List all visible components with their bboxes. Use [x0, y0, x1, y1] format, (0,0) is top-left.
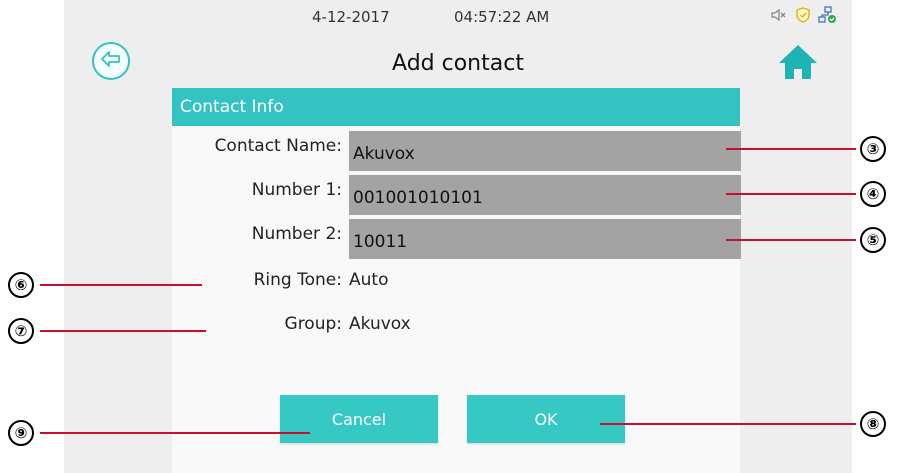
- status-date: 4-12-2017: [312, 8, 390, 26]
- shield-icon: [794, 6, 812, 24]
- callout-number-group: ⑦: [8, 318, 34, 344]
- callout-line-number2: [726, 239, 856, 241]
- ok-button[interactable]: OK: [467, 395, 625, 443]
- contact-name-field[interactable]: Akuvox: [349, 131, 741, 171]
- callout-line-group: [40, 330, 206, 332]
- status-bar: 4-12-2017 04:57:22 AM: [64, 0, 852, 36]
- page-title: Add contact: [392, 51, 524, 76]
- callout-line-ring-tone: [40, 284, 202, 286]
- contact-form-panel: Contact Info Contact Name: Akuvox Number…: [172, 88, 741, 473]
- number2-field[interactable]: 10011: [349, 219, 741, 259]
- cancel-button[interactable]: Cancel: [280, 395, 438, 443]
- home-icon: [776, 45, 820, 86]
- number2-value: 10011: [353, 232, 408, 252]
- callout-number-cancel: ⑨: [8, 420, 34, 446]
- number2-label: Number 2:: [251, 224, 342, 244]
- callout-number-ring-tone: ⑥: [8, 272, 34, 298]
- contact-name-label: Contact Name:: [214, 136, 342, 156]
- ring-tone-value[interactable]: Auto: [349, 270, 388, 290]
- callout-line-ok: [600, 423, 856, 425]
- number1-value: 001001010101: [353, 188, 483, 208]
- callout-number-number2: ⑤: [860, 227, 886, 253]
- number1-field[interactable]: 001001010101: [349, 175, 741, 215]
- callout-number-ok: ⑧: [860, 411, 886, 437]
- cancel-button-label: Cancel: [331, 409, 387, 429]
- contact-name-value: Akuvox: [353, 144, 415, 164]
- ring-tone-label: Ring Tone:: [253, 270, 342, 290]
- callout-line-number1: [726, 193, 856, 195]
- home-button[interactable]: [776, 42, 820, 82]
- device-screen: 4-12-2017 04:57:22 AM Add contact Contac…: [64, 0, 852, 473]
- number1-label: Number 1:: [251, 180, 342, 200]
- network-icon: [818, 6, 836, 24]
- callout-line-contact-name: [726, 148, 856, 150]
- speaker-muted-icon: [770, 6, 788, 24]
- callout-line-cancel: [40, 432, 310, 434]
- group-value[interactable]: Akuvox: [349, 314, 411, 334]
- ok-button-label: OK: [534, 409, 558, 429]
- callout-number-number1: ④: [860, 181, 886, 207]
- callout-number-contact-name: ③: [860, 136, 886, 162]
- status-time: 04:57:22 AM: [454, 8, 550, 26]
- section-header-contact-info: Contact Info: [172, 88, 740, 126]
- section-title: Contact Info: [180, 97, 284, 117]
